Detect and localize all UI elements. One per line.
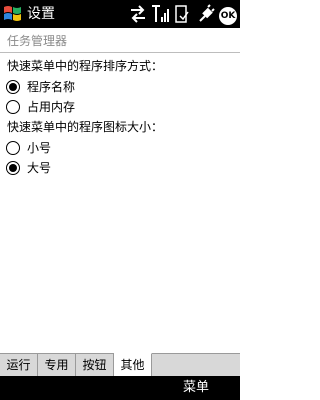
plug-icon[interactable] (196, 3, 216, 25)
radio-option-large[interactable]: 大号 (6, 160, 116, 180)
window-title: 设置 (27, 6, 55, 22)
radio-button[interactable] (6, 100, 20, 114)
status-icons: OK (128, 3, 238, 25)
radio-button[interactable] (6, 161, 20, 175)
ok-button[interactable]: OK (219, 7, 237, 25)
radio-option-memory-usage[interactable]: 占用内存 (6, 99, 116, 119)
radio-label: 程序名称 (27, 80, 76, 94)
tab-bar: 运行 专用 按钮 其他 (0, 353, 240, 376)
page-header: 任务管理器 (0, 28, 240, 53)
tab-running[interactable]: 运行 (0, 354, 38, 376)
radio-label: 占用内存 (27, 100, 76, 114)
radio-button[interactable] (6, 141, 20, 155)
icon-size-section-label: 快速菜单中的程序图标大小： (7, 120, 164, 134)
tab-buttons[interactable]: 按钮 (76, 354, 114, 376)
sync-arrows-icon[interactable] (128, 3, 148, 25)
sort-section-label: 快速菜单中的程序排序方式： (7, 59, 164, 73)
radio-option-small[interactable]: 小号 (6, 140, 116, 160)
signal-strength-icon[interactable] (150, 3, 170, 25)
page-title: 任务管理器 (7, 34, 68, 48)
radio-option-program-name[interactable]: 程序名称 (6, 79, 116, 99)
softkey-bar: 菜单 (0, 376, 240, 400)
radio-label: 小号 (27, 141, 52, 155)
radio-label: 大号 (27, 161, 52, 175)
battery-icon[interactable] (172, 3, 192, 25)
title-bar: 设置 OK (0, 0, 240, 28)
tab-other[interactable]: 其他 (114, 353, 152, 376)
tab-dedicated[interactable]: 专用 (38, 354, 76, 376)
radio-button[interactable] (6, 80, 20, 94)
menu-softkey[interactable]: 菜单 (183, 379, 209, 397)
windows-flag-icon[interactable] (3, 4, 22, 23)
